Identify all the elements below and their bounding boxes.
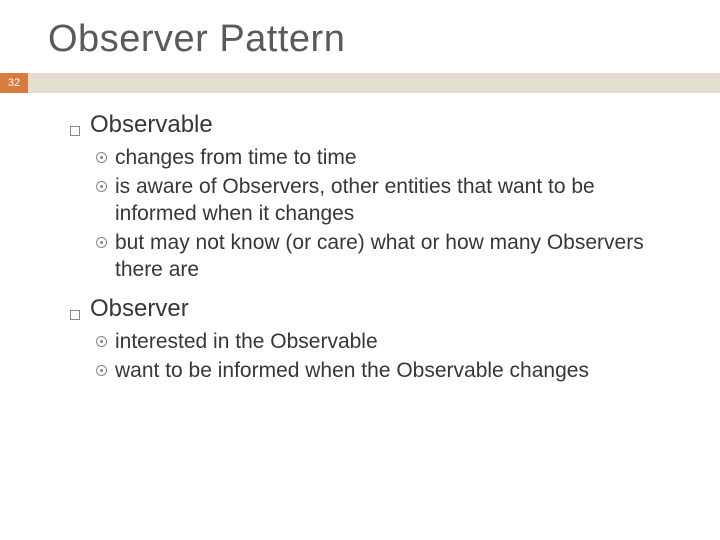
list-item: want to be informed when the Observable … [96,358,680,385]
title-bar: 32 [0,73,720,93]
section-observable: Observable changes from time to time is … [70,111,680,283]
square-bullet-icon [70,126,80,136]
list-item-text: but may not know (or care) what or how m… [115,230,680,284]
list-item: is aware of Observers, other entities th… [96,174,680,228]
slide-content: Observable changes from time to time is … [0,93,720,385]
section-items: changes from time to time is aware of Ob… [70,145,680,283]
circle-bullet-icon [96,152,107,163]
list-item-text: interested in the Observable [115,329,378,356]
list-item: but may not know (or care) what or how m… [96,230,680,284]
list-item-text: changes from time to time [115,145,357,172]
slide: Observer Pattern 32 Observable changes f… [0,0,720,540]
circle-bullet-icon [96,336,107,347]
square-bullet-icon [70,310,80,320]
circle-bullet-icon [96,181,107,192]
section-heading: Observable [90,111,213,139]
page-number-badge: 32 [0,73,28,93]
section-items: interested in the Observable want to be … [70,329,680,385]
list-item-text: is aware of Observers, other entities th… [115,174,680,228]
list-item: interested in the Observable [96,329,680,356]
list-item: changes from time to time [96,145,680,172]
circle-bullet-icon [96,365,107,376]
section-heading: Observer [90,295,189,323]
list-item-text: want to be informed when the Observable … [115,358,589,385]
section-observer: Observer interested in the Observable wa… [70,295,680,385]
section-heading-row: Observable [70,111,680,139]
circle-bullet-icon [96,237,107,248]
slide-title: Observer Pattern [0,0,720,73]
section-heading-row: Observer [70,295,680,323]
